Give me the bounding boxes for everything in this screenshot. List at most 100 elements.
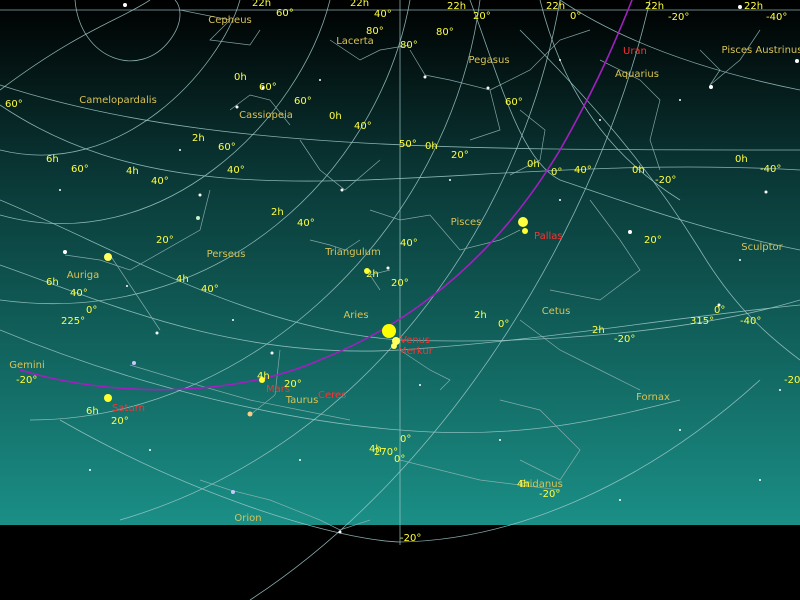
coord-label: -20° — [784, 375, 800, 386]
coord-label: 0° — [570, 11, 581, 22]
coord-label: 0h — [735, 154, 748, 165]
coord-label: 80° — [400, 40, 418, 51]
coord-label: 0h — [632, 165, 645, 176]
coord-label: 22h — [350, 0, 369, 9]
coord-label: -40° — [760, 164, 781, 175]
constellation-label-orion: Orion — [234, 513, 261, 524]
constellation-label-cassiopeia: Cassiopeia — [239, 110, 293, 121]
planet-label-mercury: Merkur — [398, 346, 434, 357]
coord-label: 40° — [574, 165, 592, 176]
coord-label: 50° — [399, 139, 417, 150]
coord-label: 4h — [517, 479, 530, 490]
coord-label: 0° — [551, 167, 562, 178]
planet-label-ceres: Ceres — [318, 390, 346, 401]
coord-label: 20° — [451, 150, 469, 161]
coord-label: 20° — [473, 11, 491, 22]
planet-label-uranus: Uran — [623, 46, 647, 57]
constellation-label-triangulum: Triangulum — [324, 247, 381, 258]
constellation-label-fornax: Fornax — [636, 392, 670, 403]
coord-label: 0° — [394, 454, 405, 465]
coord-label: 0° — [498, 319, 509, 330]
coord-label: 2h — [592, 325, 605, 336]
coord-label: -40° — [740, 316, 761, 327]
mercury-marker[interactable] — [391, 343, 397, 349]
coord-label: 60° — [505, 97, 523, 108]
coord-label: 0h — [527, 159, 540, 170]
coord-label: 22h — [252, 0, 271, 9]
constellation-label-gemini: Gemini — [9, 360, 45, 371]
constellation-label-cetus: Cetus — [542, 306, 571, 317]
coord-label: 60° — [294, 96, 312, 107]
constellation-label-sculptor: Sculptor — [741, 242, 783, 253]
coord-label: 2h — [271, 207, 284, 218]
constellation-label-cepheus: Cepheus — [208, 15, 252, 26]
bright-star-marker — [104, 253, 112, 261]
coord-label: 20° — [391, 278, 409, 289]
saturn-marker[interactable] — [104, 394, 112, 402]
coord-label: 2h — [192, 133, 205, 144]
pallas-marker[interactable] — [522, 228, 528, 234]
coord-label: -40° — [766, 12, 787, 23]
coord-label: 0° — [714, 305, 725, 316]
constellation-label-taurus: Taurus — [285, 395, 319, 406]
coord-label: 40° — [201, 284, 219, 295]
coord-label: 315° — [690, 316, 714, 327]
coord-label: 0h — [234, 72, 247, 83]
coord-label: 6h — [46, 154, 59, 165]
constellation-label-pegasus: Pegasus — [468, 55, 509, 66]
coord-label: 22h — [546, 1, 565, 12]
coord-label: 40° — [400, 238, 418, 249]
coord-label: 60° — [71, 164, 89, 175]
coord-label: 22h — [744, 1, 763, 12]
star-chart[interactable]: Cepheus Lacerta Pegasus Aquarius Pisces … — [0, 0, 800, 600]
coord-label: -20° — [16, 375, 37, 386]
coord-label: 60° — [259, 82, 277, 93]
coord-label: 60° — [5, 99, 23, 110]
coord-label: -20° — [655, 175, 676, 186]
coord-label: 40° — [70, 288, 88, 299]
coord-label: 225° — [61, 316, 85, 327]
coord-label: -20° — [400, 533, 421, 544]
coord-label: 40° — [227, 165, 245, 176]
coord-label: 80° — [366, 26, 384, 37]
coord-label: 20° — [111, 416, 129, 427]
coord-label: 20° — [156, 235, 174, 246]
coord-label: 4h — [126, 166, 139, 177]
planet-label-pallas: Pallas — [534, 231, 563, 242]
coord-label: 40° — [151, 176, 169, 187]
planet-label-saturn: Saturn — [112, 403, 145, 414]
coord-label: 0h — [425, 141, 438, 152]
coord-label: 40° — [354, 121, 372, 132]
coord-label: 0h — [329, 111, 342, 122]
coord-label: 20° — [284, 379, 302, 390]
coord-label: -20° — [614, 334, 635, 345]
coord-label: 22h — [645, 1, 664, 12]
constellation-label-pisces: Pisces — [451, 217, 482, 228]
coord-label: 6h — [46, 277, 59, 288]
coord-label: 40° — [297, 218, 315, 229]
constellation-label-camelopardalis: Camelopardalis — [79, 95, 157, 106]
constellation-label-aquarius: Aquarius — [615, 69, 659, 80]
constellation-label-perseus: Perseus — [207, 249, 246, 260]
coord-label: 60° — [218, 142, 236, 153]
coord-label: 22h — [447, 1, 466, 12]
coord-label: 0° — [400, 434, 411, 445]
coord-label: 20° — [644, 235, 662, 246]
coord-label: -20° — [539, 489, 560, 500]
constellation-label-lacerta: Lacerta — [336, 36, 374, 47]
coord-label: 60° — [276, 8, 294, 19]
coord-label: 6h — [86, 406, 99, 417]
planet-label-venus: Venus — [400, 335, 430, 346]
coord-label: 80° — [436, 27, 454, 38]
coord-label: 2h — [474, 310, 487, 321]
constellation-label-piscis-austrinus: Pisces Austrinus — [722, 45, 800, 56]
coord-label: 4h — [257, 371, 270, 382]
coord-label: 0° — [86, 305, 97, 316]
constellation-label-auriga: Auriga — [67, 270, 100, 281]
coord-label: 4h — [176, 274, 189, 285]
coord-label: -20° — [668, 12, 689, 23]
moon-marker[interactable] — [518, 217, 528, 227]
coord-label: 40° — [374, 9, 392, 20]
sun-marker[interactable] — [382, 324, 396, 338]
coord-label: 2h — [366, 269, 379, 280]
